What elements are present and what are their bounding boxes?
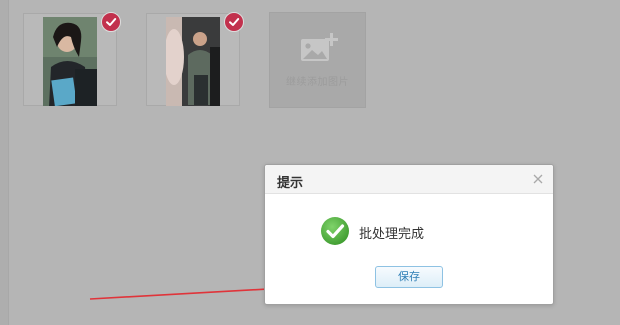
dialog-header: 提示	[265, 165, 553, 194]
save-button[interactable]: 保存	[375, 266, 443, 288]
dialog-title: 提示	[277, 176, 304, 191]
image-thumbnail-1[interactable]	[23, 12, 121, 106]
image-thumbnail-2[interactable]	[146, 12, 244, 106]
photo-woman-with-book	[43, 17, 97, 106]
add-more-images-label: 继续添加图片	[286, 77, 349, 88]
left-panel-edge	[0, 0, 9, 325]
batch-complete-dialog: 提示 批处理完成 保存	[264, 164, 554, 305]
selected-check-icon[interactable]	[224, 12, 244, 32]
photo-man-standing	[166, 17, 220, 106]
add-image-icon	[299, 31, 339, 69]
close-icon[interactable]	[531, 171, 545, 185]
selected-check-icon[interactable]	[101, 12, 121, 32]
dialog-body: 批处理完成 保存	[265, 194, 553, 305]
add-more-images-button[interactable]: 继续添加图片	[269, 12, 366, 108]
dialog-message: 批处理完成	[359, 227, 425, 242]
success-check-icon	[320, 216, 350, 246]
